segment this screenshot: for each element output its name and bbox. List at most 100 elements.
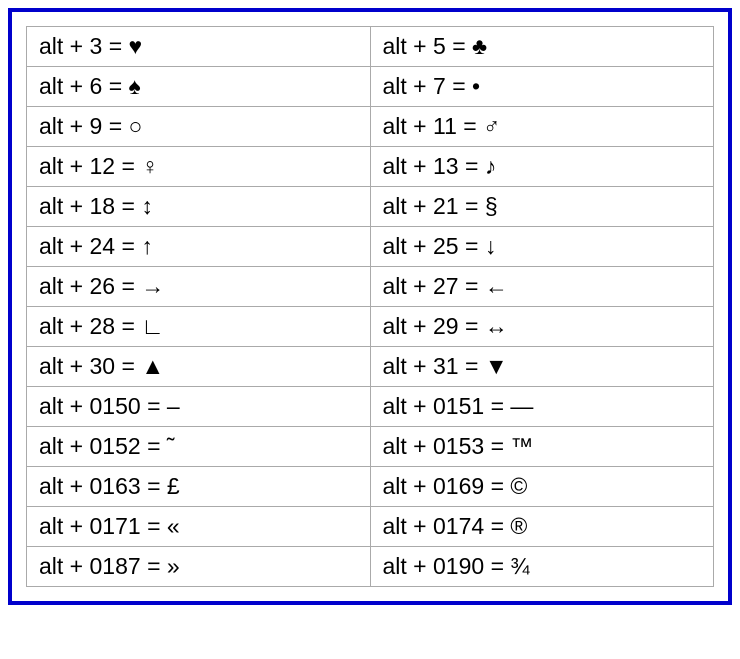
alt-code-key: alt + 30 [39,353,115,379]
alt-code-key: alt + 26 [39,273,115,299]
alt-code-key: alt + 13 [383,153,459,179]
alt-code-cell: alt + 0151 = — [370,387,714,427]
alt-code-symbol: ♂ [483,112,500,142]
equals-sign: = [121,273,134,299]
equals-sign: = [491,473,504,499]
alt-code-cell: alt + 0174 = ® [370,507,714,547]
alt-codes-table-body: alt + 3 = ♥alt + 5 = ♣alt + 6 = ♠alt + 7… [27,27,714,587]
alt-code-cell: alt + 30 = ▲ [27,347,371,387]
equals-sign: = [465,233,478,259]
alt-code-symbol: – [167,392,180,422]
table-row: alt + 0187 = »alt + 0190 = ¾ [27,547,714,587]
equals-sign: = [452,33,465,59]
table-row: alt + 9 = ○alt + 11 = ♂ [27,107,714,147]
alt-code-cell: alt + 13 = ♪ [370,147,714,187]
table-row: alt + 3 = ♥alt + 5 = ♣ [27,27,714,67]
table-row: alt + 12 = ♀alt + 13 = ♪ [27,147,714,187]
equals-sign: = [491,433,504,459]
alt-code-symbol: ▼ [485,352,508,382]
alt-code-cell: alt + 29 = ↔ [370,307,714,347]
alt-code-key: alt + 27 [383,273,459,299]
alt-code-key: alt + 0151 [383,393,485,419]
alt-code-symbol: ← [485,272,508,302]
alt-code-cell: alt + 28 = ∟ [27,307,371,347]
alt-code-key: alt + 0190 [383,553,485,579]
alt-code-key: alt + 9 [39,113,102,139]
alt-code-symbol: § [485,192,498,222]
equals-sign: = [109,73,122,99]
alt-code-key: alt + 0150 [39,393,141,419]
table-row: alt + 6 = ♠alt + 7 = • [27,67,714,107]
alt-code-symbol: ↕ [141,192,153,222]
alt-code-symbol: ↑ [141,232,153,262]
alt-code-cell: alt + 24 = ↑ [27,227,371,267]
alt-code-key: alt + 0163 [39,473,141,499]
table-row: alt + 18 = ↕alt + 21 = § [27,187,714,227]
alt-code-cell: alt + 6 = ♠ [27,67,371,107]
equals-sign: = [452,73,465,99]
alt-code-cell: alt + 26 = → [27,267,371,307]
alt-code-key: alt + 7 [383,73,446,99]
equals-sign: = [121,233,134,259]
alt-code-cell: alt + 0153 = ™ [370,427,714,467]
alt-code-symbol: ♣ [472,32,487,62]
table-row: alt + 24 = ↑alt + 25 = ↓ [27,227,714,267]
alt-code-cell: alt + 25 = ↓ [370,227,714,267]
alt-code-symbol: ↔ [485,312,508,342]
alt-code-cell: alt + 18 = ↕ [27,187,371,227]
alt-code-key: alt + 0187 [39,553,141,579]
table-row: alt + 0163 = £ alt + 0169 = © [27,467,714,507]
alt-code-key: alt + 21 [383,193,459,219]
alt-code-symbol: ¾ [510,552,529,582]
alt-code-symbol: » [167,552,180,582]
alt-code-key: alt + 29 [383,313,459,339]
alt-code-cell: alt + 21 = § [370,187,714,227]
alt-code-cell: alt + 0169 = © [370,467,714,507]
equals-sign: = [465,353,478,379]
alt-code-symbol: ▲ [141,352,164,382]
equals-sign: = [147,393,160,419]
alt-code-symbol: £ [167,472,180,502]
alt-code-cell: alt + 0152 = ˜ [27,427,371,467]
alt-code-cell: alt + 0171 = « [27,507,371,547]
alt-code-cell: alt + 0150 = – [27,387,371,427]
alt-code-key: alt + 0169 [383,473,485,499]
alt-code-symbol: ∟ [141,312,164,342]
alt-code-cell: alt + 7 = • [370,67,714,107]
alt-code-key: alt + 6 [39,73,102,99]
equals-sign: = [465,153,478,179]
alt-code-symbol: ™ [510,432,533,462]
equals-sign: = [491,393,504,419]
alt-code-cell: alt + 9 = ○ [27,107,371,147]
alt-code-symbol: ♀ [141,152,158,182]
alt-code-cell: alt + 11 = ♂ [370,107,714,147]
alt-code-key: alt + 25 [383,233,459,259]
alt-code-symbol: ↓ [485,232,497,262]
equals-sign: = [147,473,160,499]
alt-code-cell: alt + 12 = ♀ [27,147,371,187]
alt-code-cell: alt + 0190 = ¾ [370,547,714,587]
equals-sign: = [491,553,504,579]
table-row: alt + 0150 = –alt + 0151 = — [27,387,714,427]
equals-sign: = [109,113,122,139]
alt-code-symbol: ® [510,512,527,542]
equals-sign: = [491,513,504,539]
alt-code-key: alt + 0171 [39,513,141,539]
alt-code-symbol: • [472,72,480,102]
alt-code-cell: alt + 31 = ▼ [370,347,714,387]
equals-sign: = [465,313,478,339]
alt-codes-frame: alt + 3 = ♥alt + 5 = ♣alt + 6 = ♠alt + 7… [8,8,732,605]
alt-code-key: alt + 5 [383,33,446,59]
alt-code-key: alt + 0174 [383,513,485,539]
table-row: alt + 0171 = «alt + 0174 = ® [27,507,714,547]
equals-sign: = [121,353,134,379]
equals-sign: = [465,193,478,219]
alt-code-symbol: © [510,472,527,502]
alt-code-symbol: « [167,512,180,542]
alt-code-cell: alt + 0187 = » [27,547,371,587]
alt-code-key: alt + 0152 [39,433,141,459]
alt-code-symbol: ♥ [129,32,143,62]
alt-code-symbol: ˜ [167,432,175,462]
alt-code-cell: alt + 27 = ← [370,267,714,307]
table-row: alt + 30 = ▲alt + 31 = ▼ [27,347,714,387]
